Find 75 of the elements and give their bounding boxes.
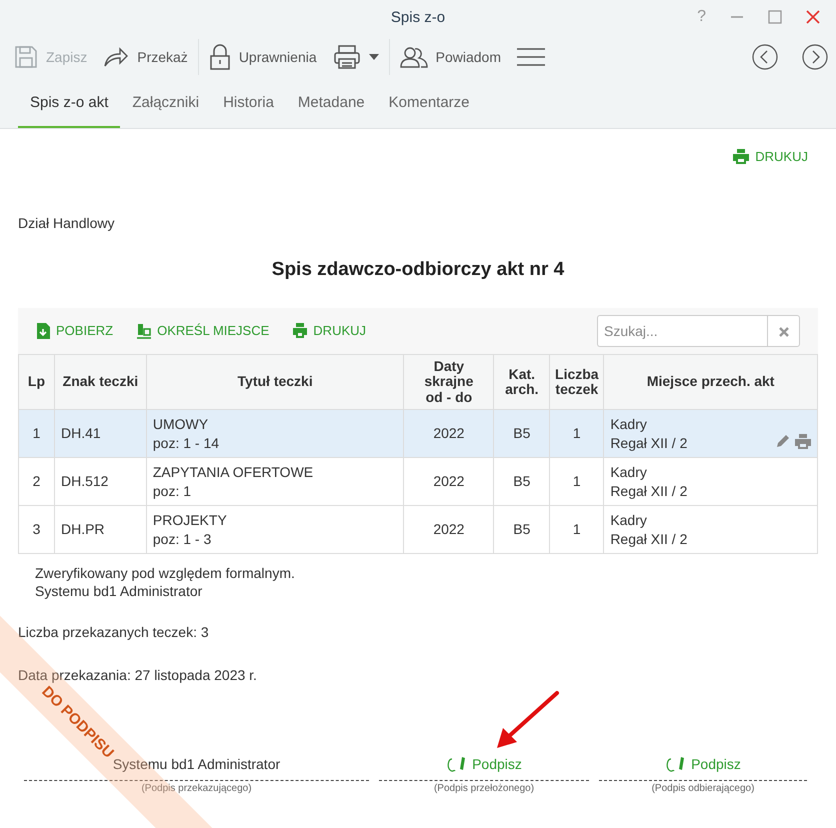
table-cell: B5 xyxy=(494,410,550,458)
printer-icon xyxy=(332,44,361,70)
table-action-button[interactable]: OKREŚL MIEJSCE xyxy=(137,321,270,341)
table-cell-text: Kadry Regał XII / 2 xyxy=(610,415,688,452)
window-title: Spis z-o xyxy=(390,8,446,28)
table-action-button[interactable]: POBIERZ xyxy=(36,321,114,341)
table-cell: 2022 xyxy=(404,506,494,554)
tab[interactable]: Metadane xyxy=(286,80,377,128)
department-text: Dział Handlowy xyxy=(18,214,116,233)
clear-icon xyxy=(778,326,788,337)
column-header: Lp xyxy=(18,354,54,410)
previous-icon[interactable] xyxy=(752,44,778,70)
shelf-icon xyxy=(137,323,152,339)
next-icon[interactable] xyxy=(802,44,828,70)
notify-button[interactable]: Powiadom xyxy=(394,42,508,72)
pen-signature-icon xyxy=(665,755,686,774)
table-cell: 2022 xyxy=(404,410,494,458)
count-text: Liczba przekazanych teczek: 3 xyxy=(18,623,209,642)
forward-arrow-icon xyxy=(103,46,130,68)
forward-button[interactable]: Przekaż xyxy=(97,42,194,72)
document-heading: Spis zdawczo-odbiorczy akt nr 4 xyxy=(270,258,566,282)
save-icon xyxy=(14,45,38,69)
column-header: Tytuł teczki xyxy=(146,354,404,410)
download-icon xyxy=(36,323,50,339)
table-cell: 3 xyxy=(18,506,54,554)
table-cell-text: PROJEKTY poz: 1 - 3 xyxy=(152,511,228,548)
verification-note: Zweryfikowany pod względem formalnym. Systemu bd1 Administrator xyxy=(35,564,296,600)
table-cell: 2 xyxy=(18,458,54,506)
date-text: Data przekazania: 27 listopada 2023 r. xyxy=(18,666,257,686)
tab[interactable]: Historia xyxy=(211,80,286,128)
signature-caption: (Podpis przekazującego) xyxy=(141,782,252,796)
table-cell: B5 xyxy=(494,458,550,506)
table-cell: 1 xyxy=(18,410,54,458)
search-field[interactable]: Szukaj... xyxy=(597,315,767,347)
clear-search-button[interactable] xyxy=(767,315,800,347)
permissions-button[interactable]: Uprawnienia xyxy=(202,40,323,74)
signature-caption: (Podpis przełożonego) xyxy=(434,782,534,796)
print-link[interactable]: DRUKUJ xyxy=(733,147,808,166)
caret-icon xyxy=(368,54,379,60)
close-icon[interactable] xyxy=(806,10,820,24)
table-cell: 2022 xyxy=(404,458,494,506)
sign-button[interactable]: Podpisz xyxy=(665,754,741,775)
column-header: Liczba teczek xyxy=(550,354,604,410)
tab[interactable]: Załączniki xyxy=(120,80,212,128)
table-cell-text: Kadry Regał XII / 2 xyxy=(610,463,688,500)
signer-name: Systemu bd1 Administrator xyxy=(112,756,280,774)
edit-icon[interactable] xyxy=(775,432,791,449)
table-cell: DH.PR xyxy=(54,506,146,554)
table-cell: 1 xyxy=(550,458,604,506)
table-cell-text: Kadry Regał XII / 2 xyxy=(610,511,688,548)
sign-button[interactable]: Podpisz xyxy=(446,754,522,775)
selected-row[interactable]: 1 DH.41 UMOWY poz: 1 - 14 2022 B5 1 Kadry Regał XII / 2 xyxy=(18,410,818,458)
tab[interactable]: Komentarze xyxy=(376,80,482,128)
printer-icon[interactable] xyxy=(795,434,811,449)
pen-signature-icon xyxy=(446,755,466,774)
table-cell: DH.512 xyxy=(54,458,146,506)
printer-icon xyxy=(733,149,750,164)
column-header: Daty skrajne od - do xyxy=(404,354,494,410)
table-cell-text: ZAPYTANIA OFERTOWE poz: 1 xyxy=(152,463,314,500)
table-cell-text: UMOWY poz: 1 - 14 xyxy=(152,415,220,452)
people-icon xyxy=(400,46,428,68)
printer-icon xyxy=(293,323,308,339)
column-header: Kat. arch. xyxy=(494,354,550,410)
table-action-button[interactable]: DRUKUJ xyxy=(293,321,366,341)
menu-icon xyxy=(517,47,546,67)
table-cell: 1 xyxy=(550,506,604,554)
column-header: Miejsce przech. akt xyxy=(604,354,818,410)
column-header: Znak teczki xyxy=(54,354,146,410)
table-cell: 1 xyxy=(550,410,604,458)
tab[interactable]: Spis z-o akt xyxy=(18,80,120,128)
signature-caption: (Podpis odbierającego) xyxy=(652,782,754,796)
maximize-icon[interactable] xyxy=(768,10,782,24)
table-cell: B5 xyxy=(494,506,550,554)
table-cell: DH.41 xyxy=(54,410,146,458)
lock-icon xyxy=(208,44,231,70)
